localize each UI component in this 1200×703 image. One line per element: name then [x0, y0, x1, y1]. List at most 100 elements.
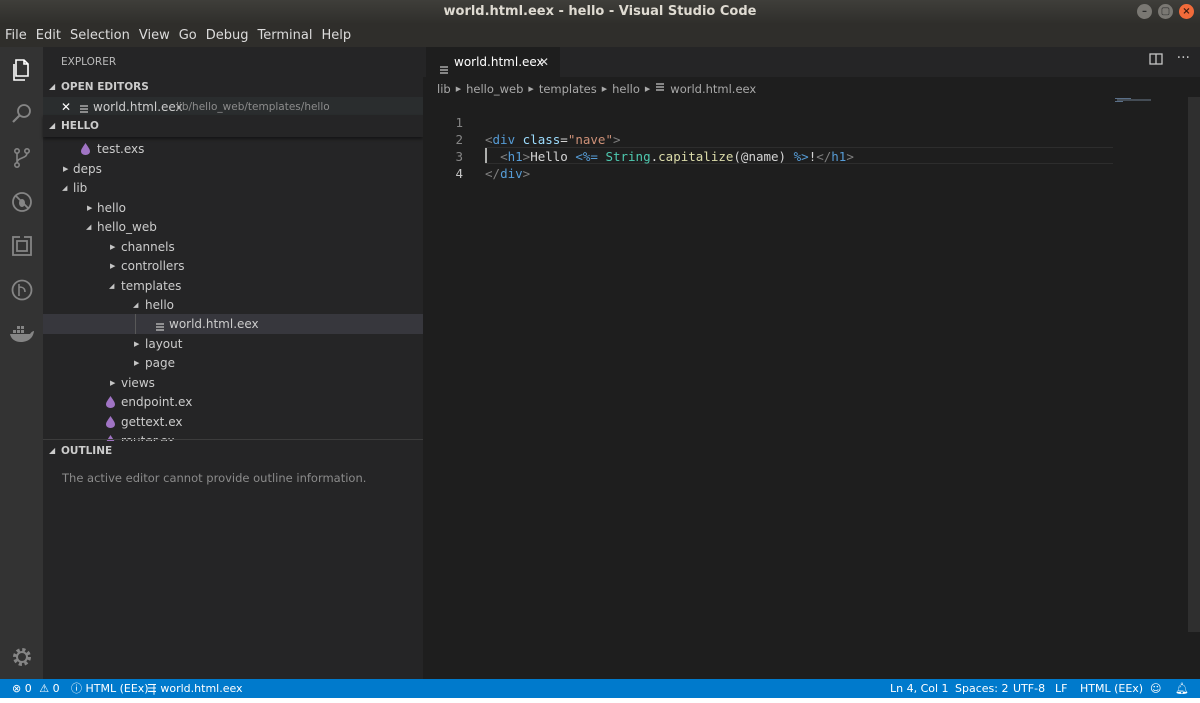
minimap[interactable] — [1115, 98, 1155, 102]
maximize-icon[interactable]: ▢ — [1158, 4, 1173, 19]
breadcrumb-templates[interactable]: templates — [539, 79, 597, 99]
settings-gear-icon[interactable] — [7, 642, 36, 671]
more-actions-icon[interactable]: ··· — [1177, 51, 1190, 69]
tree-item-hello-templates[interactable]: ◢ hello — [43, 295, 423, 315]
error-count: 0 — [24, 682, 32, 695]
workspace-header[interactable]: ◢ HELLO — [43, 115, 423, 137]
breadcrumb-file[interactable]: world.html.eex — [670, 79, 756, 99]
language-mode[interactable]: HTML (EEx) — [1080, 679, 1143, 698]
chevron-down-icon: ◢ — [49, 121, 56, 130]
language-info-item[interactable]: ⓘ HTML (EEx) | — [71, 679, 156, 698]
chevron-right-icon: ▶ — [134, 340, 140, 348]
search-icon[interactable] — [7, 99, 36, 128]
outline-message: The active editor cannot provide outline… — [62, 471, 367, 485]
tree-item-endpoint-ex[interactable]: endpoint.ex — [43, 392, 423, 412]
chevron-right-icon: ▶ — [644, 85, 651, 93]
tree-item-views[interactable]: ▶ views — [43, 373, 423, 393]
editor-actions: ··· — [1148, 51, 1190, 69]
code-line-1[interactable]: 1 <div class="nave"> — [423, 97, 620, 147]
code-line-3[interactable]: 3 </div> — [423, 131, 530, 181]
info-icon: ⓘ — [71, 682, 82, 695]
extensions-icon[interactable] — [7, 231, 36, 260]
tree-item-controllers[interactable]: ▶ controllers — [43, 256, 423, 276]
chevron-right-icon: ▶ — [63, 165, 69, 173]
menu-help[interactable]: Help — [318, 28, 357, 43]
tree-item-gettext-ex[interactable]: gettext.ex — [43, 412, 423, 432]
menu-file[interactable]: File — [2, 28, 33, 43]
encoding[interactable]: UTF-8 — [1013, 679, 1045, 698]
chevron-right-icon: ▶ — [110, 379, 116, 387]
code-line-2[interactable]: 2 <h1>Hello <%= String.capitalize(@name)… — [423, 114, 853, 164]
elixir-file-icon — [81, 139, 90, 161]
warning-icon: ⚠ — [39, 682, 50, 695]
window-title: world.html.eex - hello - Visual Studio C… — [443, 4, 757, 19]
tree-item-hello-web[interactable]: ◢ hello_web — [43, 217, 423, 237]
close-tab-icon[interactable]: ✕ — [539, 47, 549, 77]
chevron-down-icon: ◢ — [49, 446, 56, 455]
outline-header[interactable]: ◢ OUTLINE — [43, 439, 423, 462]
chevron-right-icon: ▶ — [455, 85, 462, 93]
title-bar: world.html.eex - hello - Visual Studio C… — [0, 0, 1200, 24]
source-control-icon[interactable] — [7, 143, 36, 172]
breadcrumb-hello[interactable]: hello — [612, 79, 640, 99]
debug-icon[interactable] — [7, 187, 36, 216]
chevron-right-icon: ▶ — [110, 243, 116, 251]
code-line-4[interactable]: 4 — [423, 148, 463, 181]
problems-indicator[interactable]: ⊗ 0 ⚠ 0 — [12, 679, 60, 698]
menu-debug[interactable]: Debug — [203, 28, 255, 43]
file-lines-icon: ☰ — [147, 682, 157, 695]
explorer-sidebar: EXPLORER ◢ OPEN EDITORS ✕ world.html.eex… — [43, 47, 423, 679]
close-editor-icon[interactable]: ✕ — [61, 97, 71, 117]
open-editors-header[interactable]: ◢ OPEN EDITORS — [43, 76, 423, 98]
tree-item-templates[interactable]: ◢ templates — [43, 276, 423, 296]
cursor-position[interactable]: Ln 4, Col 1 — [890, 679, 949, 698]
open-editor-item[interactable]: ✕ world.html.eex lib/hello_web/templates… — [43, 97, 423, 117]
breadcrumb-hello-web[interactable]: hello_web — [466, 79, 523, 99]
chevron-down-icon: ◢ — [62, 184, 68, 192]
explorer-icon[interactable] — [7, 55, 36, 84]
status-bar: ⊗ 0 ⚠ 0 ⓘ HTML (EEx) | ☰ world.html.eex … — [0, 679, 1200, 698]
chevron-right-icon: ▶ — [528, 85, 534, 93]
git-history-icon[interactable] — [7, 275, 36, 304]
feedback-smiley-icon[interactable]: ☺ — [1150, 679, 1161, 698]
chevron-down-icon: ◢ — [49, 82, 56, 91]
tree-item-layout[interactable]: ▶ layout — [43, 334, 423, 354]
docker-icon[interactable] — [7, 319, 36, 348]
notifications-bell-icon[interactable]: 🔔︎ — [1175, 679, 1189, 698]
chevron-right-icon: ▶ — [87, 204, 93, 212]
minimize-icon[interactable]: – — [1137, 4, 1152, 19]
close-window-icon[interactable]: × — [1179, 4, 1194, 19]
menu-edit[interactable]: Edit — [33, 28, 67, 43]
window-controls: – ▢ × — [1137, 4, 1194, 19]
chevron-down-icon: ◢ — [133, 301, 139, 309]
chevron-down-icon: ◢ — [109, 282, 115, 290]
vertical-scrollbar[interactable] — [1188, 97, 1200, 632]
tree-item-world-html-eex[interactable]: world.html.eex — [43, 314, 423, 334]
chevron-right-icon: ▶ — [134, 359, 140, 367]
tree-item-test-exs[interactable]: test.exs — [43, 139, 423, 159]
split-editor-icon[interactable] — [1148, 53, 1163, 69]
tree-item-channels[interactable]: ▶ channels — [43, 237, 423, 257]
breadcrumb: lib ▶ hello_web ▶ templates ▶ hello ▶ wo… — [437, 79, 756, 99]
tree-item-lib[interactable]: ◢ lib — [43, 178, 423, 198]
active-file-item[interactable]: ☰ world.html.eex — [147, 679, 243, 698]
tree-item-hello[interactable]: ▶ hello — [43, 198, 423, 218]
breadcrumb-lib[interactable]: lib — [437, 79, 451, 99]
menu-view[interactable]: View — [136, 28, 176, 43]
bottom-edge — [0, 698, 1200, 703]
end-of-line[interactable]: LF — [1055, 679, 1067, 698]
tree-item-page[interactable]: ▶ page — [43, 353, 423, 373]
chevron-down-icon: ◢ — [86, 223, 92, 231]
text-cursor — [485, 148, 487, 163]
tab-world-html-eex[interactable]: world.html.eex ✕ — [426, 47, 560, 77]
warning-count: 0 — [52, 682, 60, 695]
menu-go[interactable]: Go — [176, 28, 203, 43]
menu-selection[interactable]: Selection — [67, 28, 136, 43]
activity-bar — [0, 47, 43, 679]
menu-bar: File Edit Selection View Go Debug Termin… — [0, 24, 1200, 47]
menu-terminal[interactable]: Terminal — [255, 28, 319, 43]
error-icon: ⊗ — [12, 682, 22, 695]
chevron-right-icon: ▶ — [110, 262, 116, 270]
indentation[interactable]: Spaces: 2 — [955, 679, 1008, 698]
tree-item-deps[interactable]: ▶ deps — [43, 159, 423, 179]
